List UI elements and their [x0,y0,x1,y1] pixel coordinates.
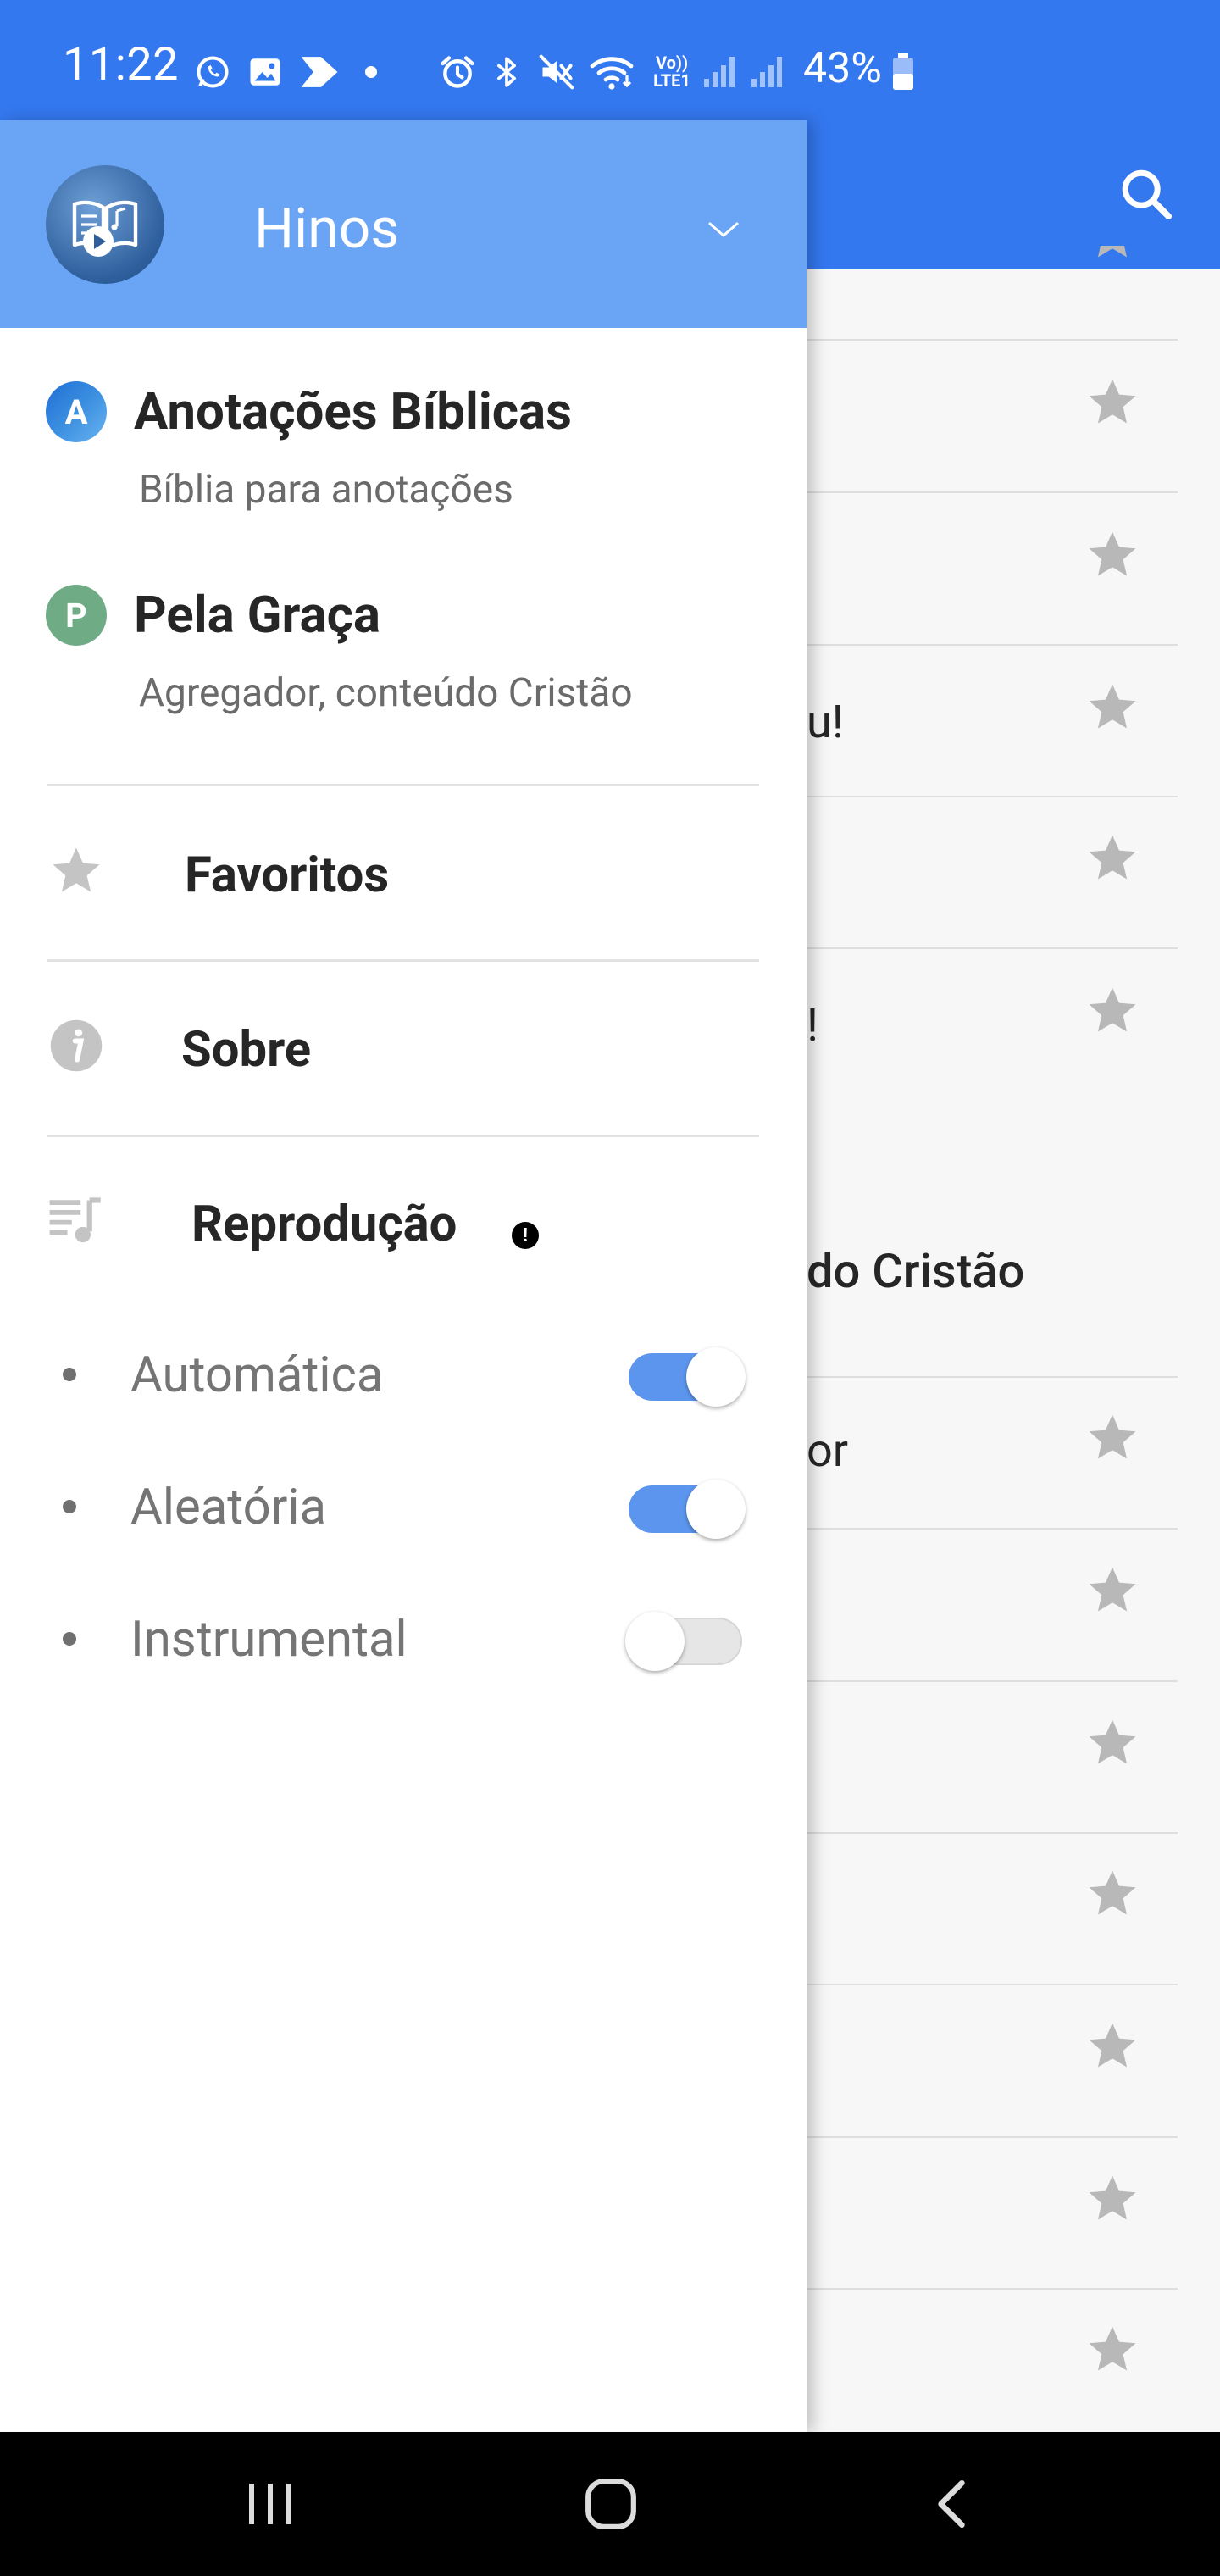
status-bar: 11:22 Vo)) LTE1 43% [0,0,1220,120]
drawer-divider [47,959,759,962]
bullet [63,1368,76,1381]
favorite-star-icon[interactable] [1084,830,1140,886]
list-divider [807,1528,1178,1530]
link-title: Anotações Bíblicas [134,381,572,441]
alert-icon: ! [512,1222,539,1249]
toggle-automatic[interactable] [625,1347,746,1407]
list-divider [807,644,1178,646]
system-nav-bar [0,2432,1220,2576]
drawer-divider [47,784,759,786]
link-pela-graca[interactable]: P Pela Graça Agregador, conteúdo Cristão [46,585,774,720]
bullet [63,1500,76,1513]
list-item-text[interactable]: u! [807,700,844,746]
app-logo [46,165,164,284]
favorite-star-icon[interactable] [1084,246,1140,264]
signal-icon [749,53,785,92]
back-icon[interactable] [913,2466,990,2542]
list-divider [807,2288,1178,2290]
list-divider [807,1984,1178,1985]
favorite-star-icon[interactable] [1084,1410,1140,1466]
favorite-star-icon[interactable] [1084,1563,1140,1618]
favorite-star-icon[interactable] [1084,527,1140,583]
option-random: Aleatória [47,1459,759,1552]
favorite-star-icon[interactable] [1084,1715,1140,1771]
list-divider [807,491,1178,493]
link-title: Pela Graça [134,585,380,645]
favorite-star-icon[interactable] [1084,375,1140,430]
list-divider [807,339,1178,341]
option-label: Aleatória [130,1479,327,1536]
battery-percent: 43% [803,44,882,93]
menu-label: Sobre [181,1021,312,1079]
search-icon[interactable] [1117,164,1176,224]
link-anotacoes-biblicas[interactable]: A Anotações Bíblicas Bíblia para anotaçõ… [46,381,774,517]
signal-icon [702,53,737,92]
toggle-instrumental[interactable] [625,1612,746,1671]
list-divider [807,1680,1178,1682]
option-automatic: Automática [47,1327,759,1420]
gallery-icon [246,53,285,92]
app-badge: A [46,381,107,442]
list-divider [807,2136,1178,2138]
link-subtitle: Agregador, conteúdo Cristão [139,670,633,716]
drawer-title: Hinos [254,197,400,262]
drawer-header[interactable]: Hinos [0,120,807,328]
list-item-text[interactable]: or [807,1429,848,1474]
alarm-icon [437,53,478,92]
dot-icon [361,53,381,92]
menu-item-about[interactable]: Sobre [47,995,759,1096]
whatsapp-icon [193,53,232,92]
link-subtitle: Bíblia para anotações [139,467,513,513]
status-time: 11:22 [63,38,179,92]
battery-icon [890,53,917,92]
bluetooth-icon [488,53,525,92]
mute-icon [535,53,578,92]
favorite-star-icon[interactable] [1084,2018,1140,2074]
favorite-star-icon[interactable] [1084,680,1140,736]
list-divider [807,947,1178,949]
option-instrumental: Instrumental [47,1591,759,1685]
list-divider [807,796,1178,797]
volte-icon: Vo)) LTE1 [647,53,696,92]
favorite-star-icon[interactable] [1084,2171,1140,2227]
list-item-text[interactable]: ! [807,1003,818,1049]
favorite-star-icon[interactable] [1084,983,1140,1039]
wifi-icon [588,53,639,92]
star-icon [47,842,105,900]
lte-label: LTE1 [653,70,690,91]
list-divider [807,1376,1178,1378]
bullet [63,1632,76,1646]
volte-label: Vo)) [656,53,688,73]
arrow-icon [297,53,342,92]
favorite-star-icon[interactable] [1084,1866,1140,1922]
menu-item-favorites[interactable]: Favoritos [47,820,759,922]
app-badge: P [46,585,107,646]
section-header: do Cristão [807,1243,1025,1299]
navigation-drawer: Hinos A Anotações Bíblicas Bíblia para a… [0,120,807,2432]
toggle-random[interactable] [625,1480,746,1539]
chevron-down-icon[interactable] [707,219,740,241]
option-label: Automática [130,1346,384,1404]
playlist-music-icon [47,1191,105,1249]
favorite-star-icon[interactable] [1084,2322,1140,2378]
menu-item-playback[interactable]: Reprodução ! [47,1169,759,1271]
home-icon[interactable] [573,2466,649,2542]
menu-label: Reprodução [191,1196,458,1253]
info-icon [47,1017,105,1074]
list-divider [807,1832,1178,1834]
menu-label: Favoritos [185,847,390,904]
drawer-divider [47,1135,759,1137]
option-label: Instrumental [130,1611,408,1668]
recent-apps-icon[interactable] [232,2466,308,2542]
